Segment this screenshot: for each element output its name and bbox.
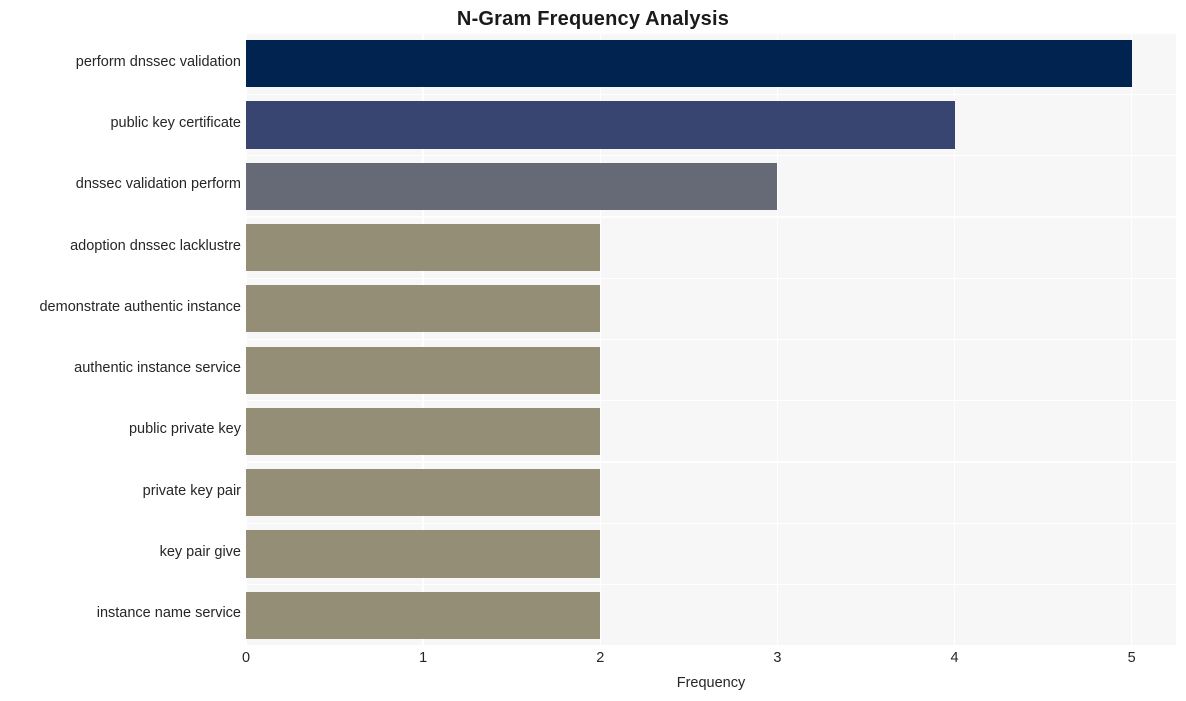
chart-title: N-Gram Frequency Analysis [456,8,730,30]
y-gridline [246,400,1176,402]
x-tick-label: 2 [596,650,605,666]
bar[interactable] [246,285,601,333]
y-tick-label: public private key [128,421,241,438]
bar[interactable] [246,223,601,272]
x-tick-label: 3 [773,650,782,666]
y-tick-label: dnssec validation perform [75,176,241,193]
chart-figure: N-Gram Frequency Analysis perform dnssec… [0,0,1186,701]
x-axis-title: Frequency [676,675,746,691]
y-gridline [246,277,1176,279]
y-gridline [246,584,1176,586]
y-tick-label: adoption dnssec lacklustre [70,237,241,254]
x-tick-label: 5 [1127,650,1136,666]
y-tick-label: instance name service [96,605,241,622]
y-axis-tick-labels: perform dnssec validation public key cert… [0,33,241,646]
y-tick-label: authentic instance service [74,360,241,377]
bar[interactable] [246,407,601,456]
bar[interactable] [246,40,1132,88]
bar[interactable] [246,101,955,149]
y-gridline [246,461,1176,463]
y-gridline [246,93,1176,95]
bar[interactable] [246,530,601,578]
y-tick-label: demonstrate authentic instance [39,298,241,315]
bar[interactable] [246,469,601,517]
x-tick-label: 0 [241,650,251,666]
y-gridline [246,645,1176,646]
y-gridline [246,216,1176,218]
y-gridline [246,154,1176,157]
x-tick-label: 1 [419,650,428,666]
y-gridline [246,33,1176,34]
x-tick-label: 4 [950,650,959,666]
x-axis-tick-labels: 0 1 2 3 4 5 [242,650,1176,674]
y-gridline [246,338,1176,341]
y-tick-label: perform dnssec validation [75,53,241,70]
y-gridline [246,522,1176,525]
y-tick-label: public key certificate [110,114,241,131]
plot-area [246,33,1176,646]
bar[interactable] [246,162,778,210]
bar[interactable] [246,591,601,639]
y-tick-label: private key pair [142,482,241,499]
y-tick-label: key pair give [159,544,241,561]
bar[interactable] [246,346,601,394]
